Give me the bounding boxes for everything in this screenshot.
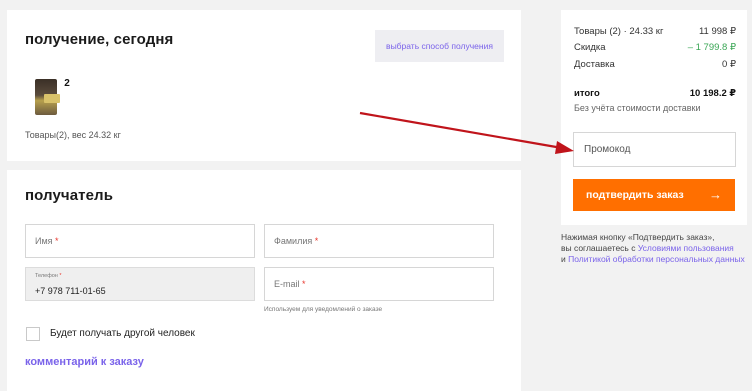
confirm-order-label: подтвердить заказ	[586, 189, 684, 201]
goods-value: 11 998 ₽	[698, 26, 736, 37]
recipient-title: получатель	[25, 187, 114, 204]
last-name-label: Фамилия *	[274, 236, 319, 246]
goods-label: Товары (2) · 24.33 кг	[574, 26, 664, 37]
first-name-field[interactable]: Имя *	[25, 224, 255, 258]
phone-field[interactable]: Телефон * +7 978 711-01-65	[25, 267, 255, 301]
total-value: 10 198.2 ₽	[689, 88, 736, 99]
delivery-label: Доставка	[574, 59, 615, 70]
terms-link[interactable]: Условиями пользования	[638, 243, 734, 253]
other-person-label[interactable]: Будет получать другой человек	[50, 328, 195, 339]
privacy-policy-link[interactable]: Политикой обработки персональных данных	[568, 254, 745, 264]
email-field[interactable]: E-mail *	[264, 267, 494, 301]
agreement-text: Нажимая кнопку «Подтвердить заказ», вы с…	[561, 232, 747, 265]
delivery-card: получение, сегодня выбрать способ получе…	[7, 10, 521, 161]
product-thumbnail[interactable]: 2	[29, 76, 74, 122]
summary-discount-row: Скидка – 1 799.8 ₽	[574, 42, 736, 53]
product-image-label	[44, 94, 60, 103]
recipient-card: получатель Имя * Фамилия * Телефон * +7 …	[7, 170, 521, 391]
email-hint: Используем для уведомлений о заказе	[264, 306, 383, 313]
discount-label: Скидка	[574, 42, 606, 53]
summary-goods-row: Товары (2) · 24.33 кг 11 998 ₽	[574, 26, 736, 37]
phone-value: +7 978 711-01-65	[35, 286, 106, 296]
agreement-line-2: вы соглашаетесь с Условиями пользования	[561, 243, 734, 253]
last-name-field[interactable]: Фамилия *	[264, 224, 494, 258]
product-image	[35, 79, 60, 115]
discount-value: – 1 799.8 ₽	[687, 42, 736, 53]
required-mark: *	[302, 279, 306, 289]
agreement-line-1: Нажимая кнопку «Подтвердить заказ»,	[561, 232, 715, 242]
required-mark: *	[59, 273, 62, 279]
required-mark: *	[55, 236, 59, 246]
delivery-value: 0 ₽	[722, 59, 736, 70]
choose-delivery-method-button[interactable]: выбрать способ получения	[375, 30, 504, 62]
required-mark: *	[314, 236, 319, 246]
items-weight-text: Товары(2), вес 24.32 кг	[25, 130, 121, 140]
total-label: итого	[574, 88, 600, 99]
agreement-line-3: и Политикой обработки персональных данны…	[561, 254, 745, 264]
summary-total-row: итого 10 198.2 ₽	[574, 88, 736, 99]
summary-delivery-row: Доставка 0 ₽	[574, 59, 736, 70]
order-summary-card: Товары (2) · 24.33 кг 11 998 ₽ Скидка – …	[561, 10, 747, 225]
other-person-checkbox[interactable]	[26, 327, 40, 341]
first-name-label: Имя *	[35, 236, 59, 246]
total-note: Без учёта стоимости доставки	[574, 103, 701, 113]
email-label: E-mail *	[274, 279, 306, 289]
product-count-badge: 2	[60, 76, 74, 90]
order-comment-link[interactable]: комментарий к заказу	[25, 356, 144, 368]
confirm-order-button[interactable]: подтвердить заказ →	[573, 179, 735, 211]
promo-code-input[interactable]	[573, 132, 736, 167]
arrow-right-icon: →	[709, 187, 722, 202]
delivery-title: получение, сегодня	[25, 31, 174, 48]
phone-label: Телефон *	[35, 273, 62, 279]
